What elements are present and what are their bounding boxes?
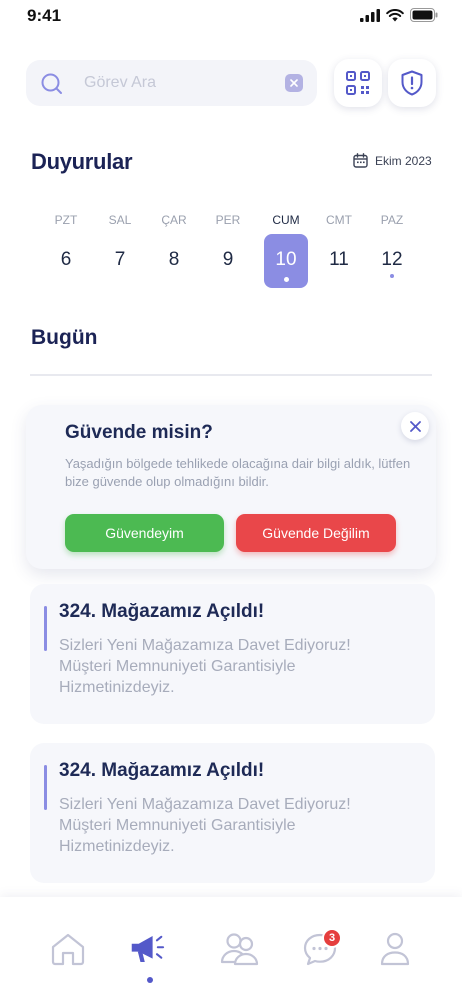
active-nav-indicator	[147, 977, 153, 983]
battery-icon	[410, 8, 438, 22]
day-number: 12	[381, 249, 403, 270]
i-am-not-safe-button[interactable]: Güvende Değilim	[236, 514, 396, 552]
day-sunday[interactable]: PAZ 12	[370, 206, 414, 290]
search-input[interactable]	[84, 72, 274, 94]
event-dot	[390, 274, 394, 278]
day-monday[interactable]: PZT 6	[44, 206, 88, 290]
announcement-accent-bar	[44, 765, 47, 810]
announcement-title: 324. Mağazamız Açıldı!	[59, 601, 265, 622]
safety-shield-button[interactable]	[388, 59, 436, 107]
day-saturday[interactable]: CMT 11	[317, 206, 361, 290]
search-box[interactable]	[26, 60, 317, 106]
status-icons	[360, 8, 438, 22]
announcement-card[interactable]: 324. Mağazamız Açıldı! Sizleri Yeni Mağa…	[30, 743, 435, 883]
qr-scan-button[interactable]	[334, 59, 382, 107]
month-label: Ekim 2023	[375, 153, 432, 168]
users-icon	[220, 933, 259, 966]
day-friday-selected[interactable]: CUM 10	[264, 206, 308, 290]
status-bar: 9:41	[0, 0, 462, 32]
messages-count-badge: 3	[322, 928, 342, 948]
nav-home[interactable]	[48, 929, 88, 969]
safety-check-card: Güvende misin? Yaşadığın bölgede tehlike…	[26, 405, 436, 569]
event-dot	[284, 277, 289, 282]
close-icon	[409, 420, 421, 432]
nav-team[interactable]	[220, 929, 260, 969]
day-name: SAL	[108, 213, 132, 227]
week-strip: PZT 6 SAL 7 ÇAR 8 PER 9 CUM 10 CMT 11 PA…	[44, 206, 418, 296]
i-am-safe-button[interactable]: Güvendeyim	[65, 514, 224, 552]
day-name: PAZ	[380, 213, 404, 227]
day-name: CMT	[326, 213, 352, 227]
day-name: PER	[215, 213, 241, 227]
status-time: 9:41	[27, 6, 62, 25]
day-tuesday[interactable]: SAL 7	[98, 206, 142, 290]
qr-code-icon	[346, 71, 370, 95]
section-title-today: Bugün	[31, 326, 98, 349]
shield-alert-icon	[401, 70, 423, 96]
page-title: Duyurular	[31, 149, 133, 174]
day-number: 6	[60, 249, 72, 270]
divider	[30, 374, 432, 376]
signal-icon	[360, 8, 380, 22]
announcement-accent-bar	[44, 606, 47, 651]
megaphone-icon	[131, 935, 165, 963]
close-icon	[290, 79, 298, 87]
day-number: 10	[275, 249, 297, 270]
day-name: PZT	[54, 213, 78, 227]
month-picker[interactable]: Ekim 2023	[353, 153, 432, 168]
nav-profile[interactable]	[375, 929, 415, 969]
day-number: 7	[114, 249, 126, 270]
calendar-icon	[353, 153, 368, 168]
safety-card-message: Yaşadığın bölgede tehlikede olacağına da…	[65, 456, 411, 489]
clear-search-button[interactable]	[285, 74, 303, 92]
day-number: 8	[168, 249, 180, 270]
day-number: 11	[329, 249, 349, 270]
nav-announcements[interactable]	[130, 929, 170, 969]
day-number: 9	[222, 249, 234, 270]
search-icon	[41, 73, 62, 94]
day-name: CUM	[272, 213, 300, 227]
announcement-body: Sizleri Yeni Mağazamıza Davet Ediyoruz! …	[59, 796, 351, 855]
wifi-icon	[386, 8, 404, 21]
close-card-button[interactable]	[401, 412, 429, 440]
day-thursday[interactable]: PER 9	[206, 206, 250, 290]
home-icon	[51, 933, 85, 966]
safety-card-title: Güvende misin?	[65, 422, 213, 443]
profile-icon	[380, 932, 410, 966]
announcement-title: 324. Mağazamız Açıldı!	[59, 760, 265, 781]
announcement-card[interactable]: 324. Mağazamız Açıldı! Sizleri Yeni Mağa…	[30, 584, 435, 724]
bottom-nav	[0, 897, 462, 1000]
day-wednesday[interactable]: ÇAR 8	[152, 206, 196, 290]
day-name: ÇAR	[161, 213, 187, 227]
announcement-body: Sizleri Yeni Mağazamıza Davet Ediyoruz! …	[59, 637, 351, 696]
